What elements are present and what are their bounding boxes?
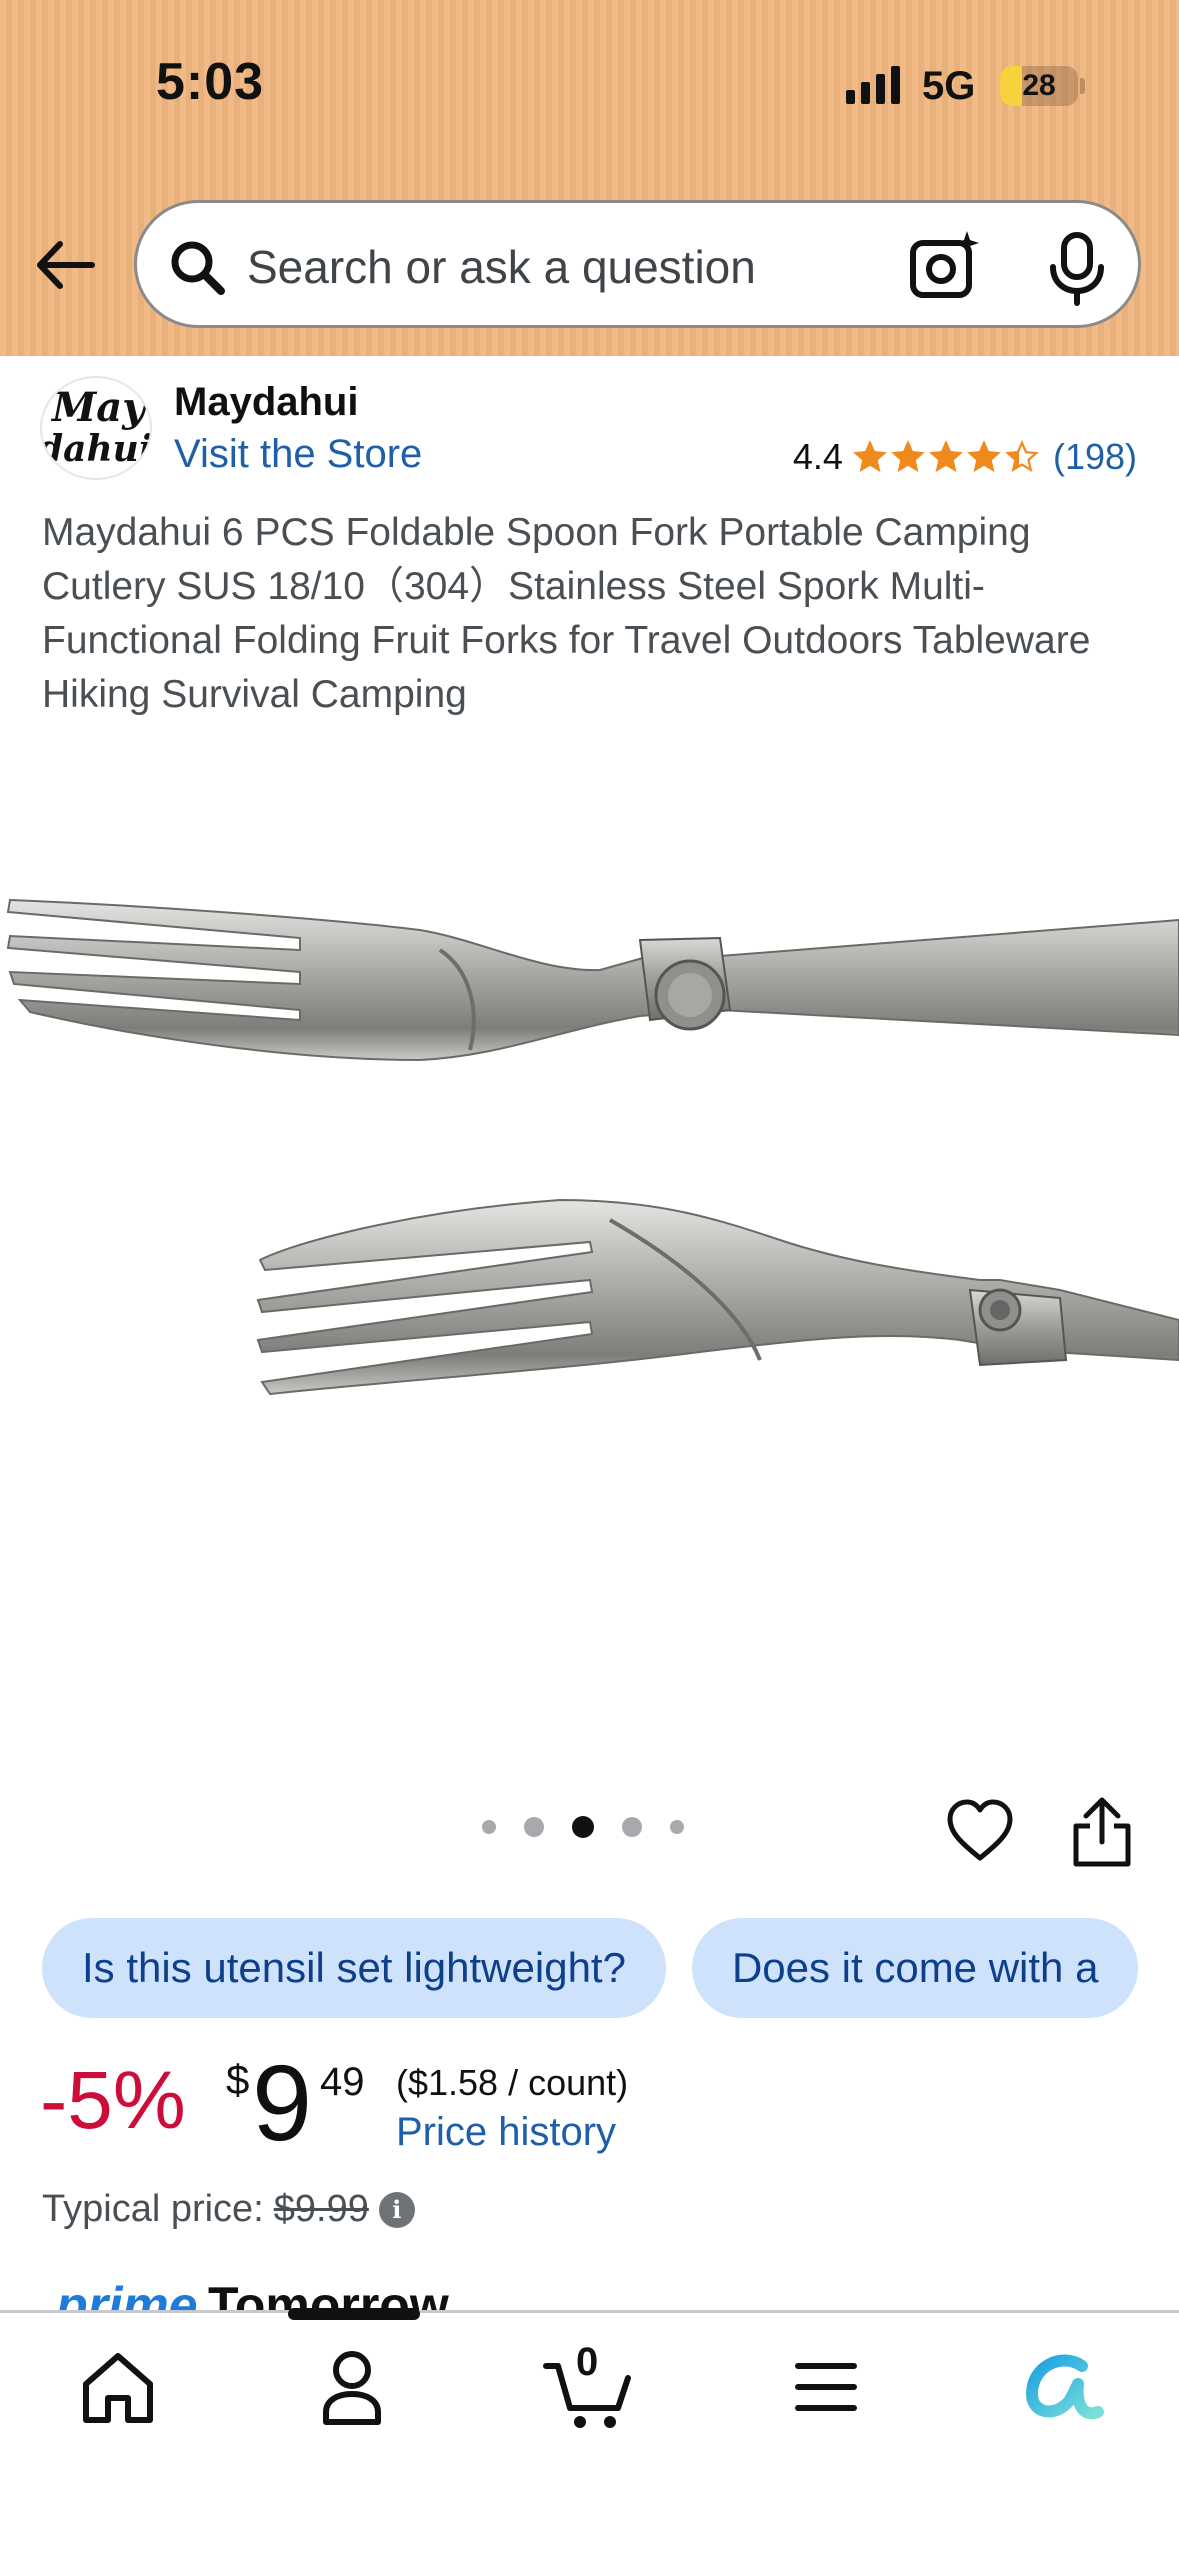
question-chip[interactable]: Does it come with a: [691, 1918, 1139, 2018]
price-fraction: 49: [320, 2060, 365, 2104]
search-input[interactable]: Search or ask a question: [247, 240, 756, 294]
carousel-dot[interactable]: [524, 1817, 544, 1837]
battery-icon: 28: [1000, 66, 1078, 106]
search-icon: [165, 235, 229, 299]
visit-store-link[interactable]: Visit the Store: [174, 432, 422, 477]
star-rating: [853, 440, 1039, 474]
scroll-indicator: [288, 2308, 420, 2320]
product-image[interactable]: [0, 860, 1179, 1580]
brand-logo[interactable]: May dahui: [40, 376, 152, 480]
search-bar[interactable]: Search or ask a question: [134, 200, 1141, 328]
rating-count[interactable]: (198): [1053, 436, 1137, 478]
price-history-link[interactable]: Price history: [396, 2110, 616, 2155]
carousel-dots[interactable]: [482, 1816, 684, 1838]
status-time: 5:03: [156, 53, 265, 111]
rating-summary[interactable]: 4.4 (198): [793, 436, 1137, 478]
unit-price: ($1.58 / count): [396, 2062, 629, 2103]
star-icon: [891, 440, 925, 473]
back-arrow-icon[interactable]: [30, 230, 100, 300]
product-title: Maydahui 6 PCS Foldable Spoon Fork Porta…: [42, 511, 1091, 716]
signal-icon: [846, 64, 900, 104]
star-icon: [967, 440, 1001, 473]
price-currency: $: [226, 2056, 250, 2103]
price-whole: 9: [252, 2042, 313, 2163]
rating-value: 4.4: [792, 436, 843, 477]
star-icon: [1005, 440, 1039, 473]
brand-name: Maydahui: [174, 380, 359, 424]
account-icon[interactable]: [302, 2342, 402, 2432]
carousel-dot[interactable]: [482, 1820, 496, 1834]
microphone-icon[interactable]: [1037, 227, 1117, 307]
camera-search-icon[interactable]: [905, 227, 985, 307]
typical-price-label: Typical price:: [42, 2188, 264, 2230]
rufus-icon[interactable]: [1012, 2342, 1112, 2432]
typical-price-value: $9.99: [273, 2188, 369, 2230]
carousel-dot[interactable]: [622, 1817, 642, 1837]
share-icon[interactable]: [1068, 1796, 1136, 1868]
typical-price: Typical price: $9.99 i: [42, 2188, 415, 2231]
home-icon[interactable]: [68, 2342, 168, 2432]
star-icon: [929, 440, 963, 473]
info-icon[interactable]: i: [378, 2191, 415, 2228]
carousel-dot[interactable]: [670, 1820, 684, 1834]
battery-level: 28: [1022, 69, 1056, 102]
menu-icon[interactable]: [776, 2342, 876, 2432]
discount-percent: -5%: [40, 2055, 186, 2146]
carousel-dot[interactable]: [572, 1816, 594, 1838]
cart-count: 0: [576, 2340, 599, 2384]
heart-icon[interactable]: [946, 1798, 1014, 1866]
network-type: 5G: [922, 64, 976, 108]
question-chip[interactable]: Is this utensil set lightweight?: [42, 1918, 666, 2018]
question-chips: Is this utensil set lightweight? Does it…: [42, 1918, 1139, 2018]
star-icon: [853, 440, 887, 473]
